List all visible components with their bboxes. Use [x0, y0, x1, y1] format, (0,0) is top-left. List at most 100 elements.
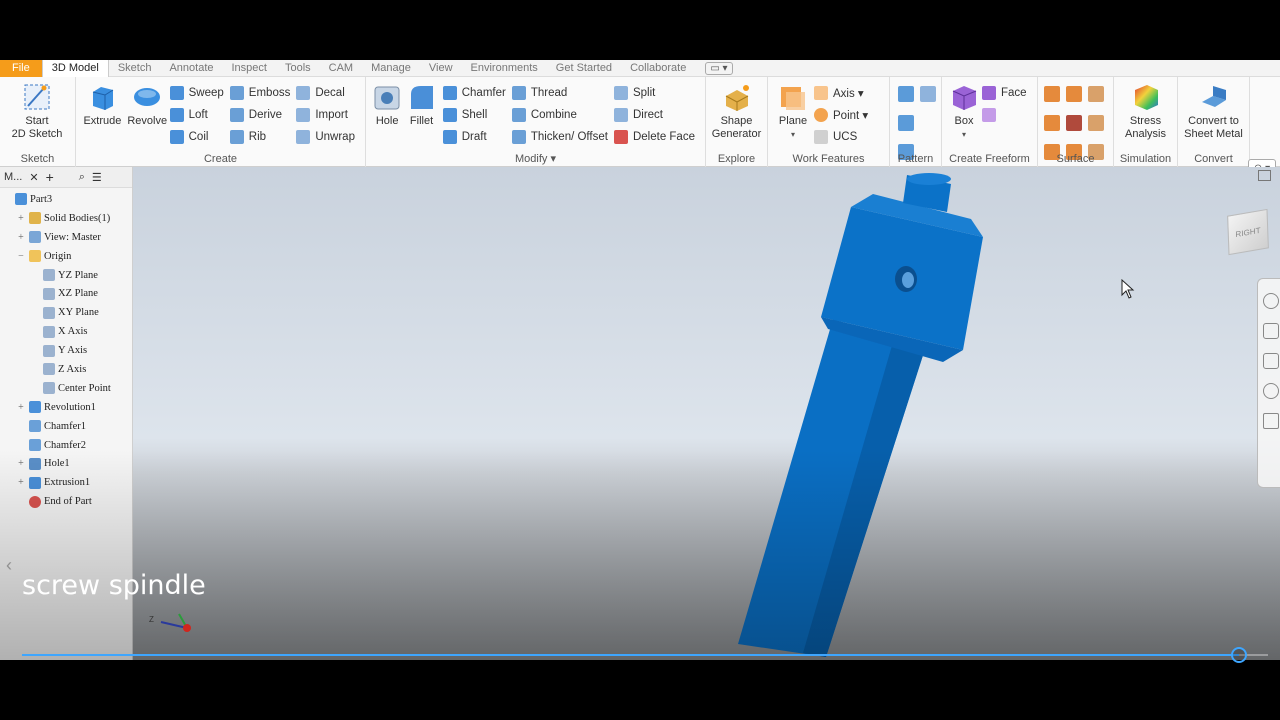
draft-button[interactable]: Draft [442, 126, 512, 148]
stress-label-1: Stress [1129, 115, 1162, 127]
tree-node[interactable]: + Revolution1 [0, 398, 132, 417]
tab-3d-model[interactable]: 3D Model [41, 59, 109, 77]
tree-node[interactable]: − Origin [0, 247, 132, 266]
tree-node[interactable]: Y Axis [0, 341, 132, 360]
shell-button[interactable]: Shell [442, 104, 512, 126]
rib-button[interactable]: Rib [229, 126, 297, 148]
3d-viewport[interactable] [133, 167, 1280, 660]
loft-button[interactable]: Loft [169, 104, 230, 126]
unwrap-button[interactable]: Unwrap [296, 126, 361, 148]
ruled-surface-icon[interactable] [1088, 86, 1104, 102]
chamfer-button[interactable]: Chamfer [442, 82, 512, 104]
stress-label-2: Analysis [1125, 128, 1166, 140]
face-button[interactable]: Face [982, 82, 1033, 104]
tab-manage[interactable]: Manage [362, 60, 420, 77]
derive-button[interactable]: Derive [229, 104, 297, 126]
tab-file[interactable]: File [0, 59, 42, 77]
stitch-icon[interactable] [1044, 86, 1060, 102]
thicken-label: Thicken/ Offset [530, 131, 608, 143]
tab-tools[interactable]: Tools [276, 60, 320, 77]
video-progress-bar[interactable] [22, 654, 1268, 656]
panel-explore: Shape Generator Explore [706, 77, 768, 167]
panel-options-icon[interactable]: ▭ ▾ [705, 61, 733, 75]
orbit-icon[interactable] [1263, 383, 1279, 399]
tree-node-label: Z Axis [58, 363, 87, 375]
circular-pattern-icon[interactable] [898, 115, 914, 131]
sweep-button[interactable]: Sweep [169, 82, 230, 104]
tree-node[interactable]: YZ Plane [0, 266, 132, 285]
extend-icon[interactable] [1088, 115, 1104, 131]
tree-node[interactable]: Chamfer1 [0, 417, 132, 436]
emboss-button[interactable]: Emboss [229, 82, 297, 104]
expand-toggle-icon[interactable]: + [17, 232, 25, 243]
axis-icon [814, 86, 828, 100]
chamfer-icon [442, 86, 457, 100]
search-icon[interactable]: ⌕ [79, 171, 85, 184]
tree-node[interactable]: + Solid Bodies(1) [0, 209, 132, 228]
tab-annotate[interactable]: Annotate [160, 60, 222, 77]
tree-node[interactable]: X Axis [0, 322, 132, 341]
trim-icon[interactable] [1066, 115, 1082, 131]
combine-button[interactable]: Combine [511, 104, 614, 126]
coil-button[interactable]: Coil [169, 126, 230, 148]
mirror-icon[interactable] [920, 86, 936, 102]
tab-view[interactable]: View [420, 60, 462, 77]
tree-node[interactable]: + View: Master [0, 228, 132, 247]
coil-icon [169, 130, 184, 144]
collapse-arrow-icon[interactable]: ‹ [6, 555, 12, 576]
tab-collaborate[interactable]: Collaborate [621, 60, 695, 77]
tab-get-started[interactable]: Get Started [547, 60, 621, 77]
expand-toggle-icon[interactable]: + [17, 213, 25, 224]
tree-node-icon [29, 231, 41, 244]
steering-wheel-icon[interactable] [1263, 293, 1279, 309]
tree-node[interactable]: Chamfer2 [0, 436, 132, 455]
tree-node-icon [29, 439, 41, 452]
menu-icon[interactable]: ☰ [92, 171, 102, 184]
panel-convert: Convert to Sheet Metal Convert [1178, 77, 1250, 167]
tab-sketch[interactable]: Sketch [109, 60, 161, 77]
delete-face-button[interactable]: Delete Face [613, 126, 701, 148]
expand-toggle-icon[interactable]: + [17, 458, 25, 469]
expand-toggle-icon[interactable]: + [17, 477, 25, 488]
rectangular-pattern-icon[interactable] [898, 86, 914, 102]
tree-node[interactable]: XZ Plane [0, 284, 132, 303]
expand-toggle-icon[interactable]: − [17, 251, 25, 262]
browser-tab-model[interactable]: M... [4, 171, 22, 183]
freeform-box-icon [952, 86, 977, 110]
zoom-icon[interactable] [1263, 353, 1279, 369]
add-icon[interactable]: + [46, 169, 54, 185]
close-icon[interactable]: ✕ [29, 171, 38, 184]
convert-freeform-button[interactable] [982, 104, 1033, 126]
pan-icon[interactable] [1263, 323, 1279, 339]
patch-icon[interactable] [1066, 86, 1082, 102]
tree-node[interactable]: End of Part [0, 492, 132, 511]
tab-environments[interactable]: Environments [462, 60, 547, 77]
sweep-label: Sweep [188, 87, 224, 99]
import-button[interactable]: Import [296, 104, 361, 126]
direct-button[interactable]: Direct [613, 104, 701, 126]
split-button[interactable]: Split [613, 82, 701, 104]
decal-button[interactable]: Decal [296, 82, 361, 104]
ucs-button[interactable]: UCS [814, 126, 874, 148]
tree-node[interactable]: Center Point [0, 379, 132, 398]
tab-inspect[interactable]: Inspect [223, 60, 276, 77]
tree-node[interactable]: + Hole1 [0, 454, 132, 473]
tree-node[interactable]: XY Plane [0, 303, 132, 322]
point-button[interactable]: Point ▾ [814, 104, 874, 126]
thread-button[interactable]: Thread [511, 82, 614, 104]
tree-node[interactable]: Z Axis [0, 360, 132, 379]
thicken-offset-button[interactable]: Thicken/ Offset [511, 126, 614, 148]
axis-button[interactable]: Axis ▾ [814, 82, 874, 104]
tree-node[interactable]: + Extrusion1 [0, 473, 132, 492]
hole-icon [374, 86, 400, 110]
look-at-icon[interactable] [1263, 413, 1279, 429]
sculpt-icon[interactable] [1044, 115, 1060, 131]
maximize-view-icon[interactable] [1258, 170, 1271, 181]
tree-node[interactable]: Part3 [0, 190, 132, 209]
plane-dropdown-icon[interactable]: ▾ [791, 128, 795, 141]
tab-cam[interactable]: CAM [320, 60, 362, 77]
viewcube[interactable]: RIGHT [1227, 208, 1269, 256]
box-dropdown-icon[interactable]: ▾ [962, 128, 966, 141]
panel-sketch: Start 2D Sketch Sketch [0, 77, 76, 167]
expand-toggle-icon[interactable]: + [17, 402, 25, 413]
